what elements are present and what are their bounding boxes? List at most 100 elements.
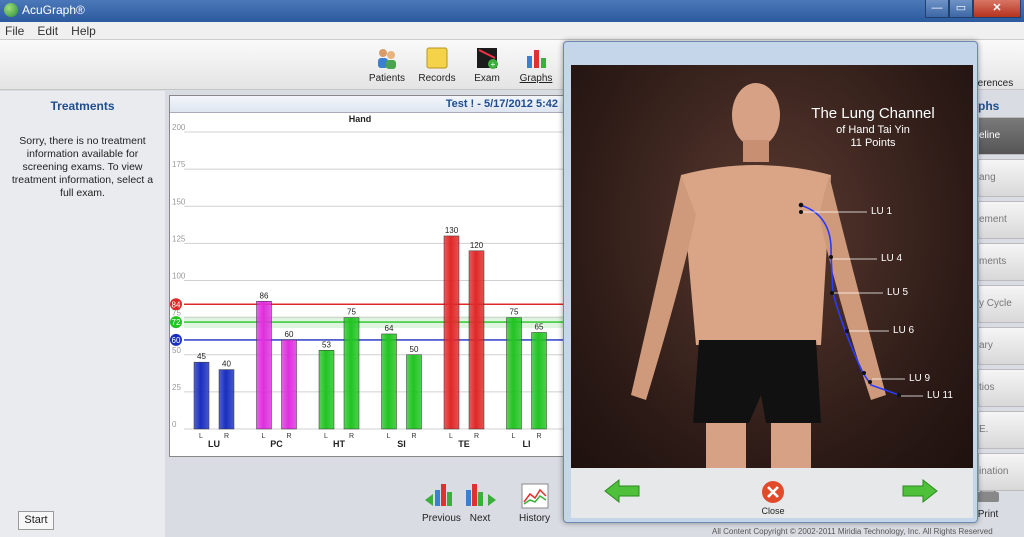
point-label-lu4: LU 4	[881, 253, 903, 264]
bar-value-label: 75	[510, 308, 519, 317]
previous-icon	[425, 484, 453, 506]
bar	[531, 332, 547, 430]
bar-value-label: 45	[197, 352, 206, 361]
print-label: Print	[977, 509, 999, 520]
side-label: R	[349, 433, 354, 440]
bar-value-label: 130	[445, 226, 459, 235]
channel-subtitle: of Hand Tai Yin	[836, 124, 910, 136]
group-label: LU	[208, 439, 220, 449]
menu-edit[interactable]: Edit	[32, 22, 63, 40]
close-label: Close	[761, 506, 785, 516]
copyright-text: All Content Copyright © 2002-2011 Miridi…	[712, 527, 993, 536]
graph-panel: Test ! - 5/17/2012 5:42 Hand 0 25 50 75 100 1…	[169, 95, 570, 457]
previous-button[interactable]: Previous	[422, 482, 461, 524]
records-icon	[426, 47, 448, 69]
bar-value-label: 50	[410, 345, 419, 354]
history-label: History	[519, 513, 551, 524]
next-button[interactable]: Next	[462, 482, 498, 524]
bar-value-label: 120	[470, 241, 484, 250]
reference-label: 84	[172, 300, 181, 309]
minimize-button[interactable]: —	[925, 0, 949, 18]
y-tick-label: 175	[172, 160, 186, 169]
side-label: R	[537, 433, 542, 440]
records-button[interactable]: Records	[414, 46, 460, 84]
next-label: Next	[469, 513, 491, 524]
sidebar-item-baseline[interactable]: eline	[978, 117, 1024, 155]
sidebar-item-element[interactable]: ement	[978, 201, 1024, 239]
maximize-button[interactable]: ▭	[949, 0, 973, 18]
exam-button[interactable]: + Exam	[464, 46, 510, 84]
group-label: TE	[458, 439, 470, 449]
point-label-lu6: LU 6	[893, 325, 915, 336]
side-label: L	[199, 433, 203, 440]
next-channel-button[interactable]	[901, 478, 939, 504]
bar	[381, 333, 397, 430]
dialog-footer: Close	[571, 468, 973, 518]
y-tick-label: 50	[172, 346, 181, 355]
graphs-sidebar-title: phs	[978, 99, 1000, 113]
point-label-lu11: LU 11	[927, 390, 953, 401]
menu-help[interactable]: Help	[66, 22, 101, 40]
point-label-lu9: LU 9	[909, 373, 931, 384]
start-button[interactable]: Start	[18, 511, 54, 530]
y-tick-label: 150	[172, 197, 186, 206]
sidebar-item-five-elements[interactable]: ments	[978, 243, 1024, 281]
exam-icon: +	[477, 48, 498, 69]
patients-button[interactable]: Patients	[364, 46, 410, 84]
side-label: L	[512, 433, 516, 440]
y-tick-label: 125	[172, 234, 186, 243]
y-tick-label: 200	[172, 123, 186, 132]
treatments-panel: Treatments Sorry, there is no treatment …	[0, 91, 165, 537]
history-icon	[521, 483, 549, 509]
side-label: L	[262, 433, 266, 440]
graph-type-sidebar: phs eline ang ement ments y Cycle ary ti…	[978, 91, 1024, 491]
patients-label: Patients	[368, 73, 406, 84]
bar-value-label: 40	[222, 360, 231, 369]
side-label: L	[387, 433, 391, 440]
bar-chart: 0 25 50 75 100 125 150 175 200 84 72 60 45 L 40 R LU 86 L 6…	[170, 123, 570, 449]
bar	[406, 354, 422, 430]
side-label: R	[474, 433, 479, 440]
bar	[193, 361, 210, 430]
prev-channel-button[interactable]	[603, 478, 641, 504]
treatments-message: Sorry, there is no treatment information…	[11, 135, 154, 199]
channel-title: The Lung Channel	[811, 105, 935, 122]
close-window-button[interactable]: ✕	[973, 0, 1021, 18]
menu-file[interactable]: File	[0, 22, 29, 40]
bar-value-label: 64	[385, 324, 394, 333]
sidebar-item-examination[interactable]: ination	[978, 453, 1024, 491]
sidebar-item-summary[interactable]: ary	[978, 327, 1024, 365]
bar-value-label: 86	[260, 291, 269, 300]
y-tick-label: 100	[172, 272, 186, 281]
patients-icon	[378, 49, 396, 69]
sidebar-item-ratios[interactable]: tios	[978, 369, 1024, 407]
bar	[256, 301, 272, 430]
graphs-button[interactable]: Graphs	[513, 46, 559, 84]
group-label: PC	[270, 439, 283, 449]
channel-points: 11 Points	[850, 137, 896, 149]
group-label: LI	[523, 439, 531, 449]
graphs-icon	[527, 50, 546, 68]
menu-bar: File Edit Help	[0, 22, 1024, 40]
sidebar-item-pie[interactable]: E.	[978, 411, 1024, 449]
graphs-label: Graphs	[519, 73, 553, 84]
close-dialog-button[interactable]: Close	[761, 480, 785, 516]
bar	[218, 369, 235, 430]
bar	[443, 235, 460, 430]
app-icon	[4, 3, 18, 17]
bar	[343, 317, 360, 430]
group-label: HT	[333, 439, 345, 449]
window-title: AcuGraph®	[22, 3, 85, 17]
records-label: Records	[418, 73, 456, 84]
history-button[interactable]: History	[519, 482, 550, 524]
bar	[506, 317, 522, 430]
lung-channel-dialog: The Lung Channel of Hand Tai Yin 11 Poin…	[563, 41, 978, 523]
sidebar-item-daily-cycle[interactable]: y Cycle	[978, 285, 1024, 323]
bar	[318, 350, 335, 430]
sidebar-item-yin-yang[interactable]: ang	[978, 159, 1024, 197]
title-bar: AcuGraph® — ▭ ✕	[0, 0, 1024, 22]
svg-text:+: +	[491, 60, 496, 69]
side-label: R	[287, 433, 292, 440]
close-icon	[762, 481, 784, 503]
bar	[281, 339, 297, 430]
